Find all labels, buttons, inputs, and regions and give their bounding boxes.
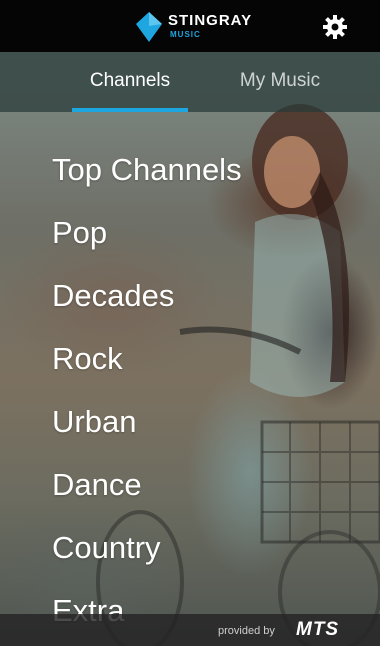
channel-pop[interactable]: Pop xyxy=(52,211,242,274)
tab-bar: Channels My Music xyxy=(0,52,380,112)
footer-bar: provided by MTS xyxy=(0,614,380,646)
brand-name: STINGRAY xyxy=(168,12,253,29)
tab-channels[interactable]: Channels xyxy=(72,70,188,112)
channel-country[interactable]: Country xyxy=(52,526,242,589)
stingray-diamond-icon xyxy=(136,12,162,42)
channel-rock[interactable]: Rock xyxy=(52,337,242,400)
mts-logo: MTS xyxy=(296,619,340,640)
tab-label: My Music xyxy=(239,70,321,91)
active-tab-indicator xyxy=(72,108,188,112)
tab-label: Channels xyxy=(89,70,171,91)
brand-subtitle: MUSIC xyxy=(170,30,201,39)
stingray-logo: STINGRAY MUSIC xyxy=(136,10,266,44)
channel-decades[interactable]: Decades xyxy=(52,274,242,337)
channel-dance[interactable]: Dance xyxy=(52,463,242,526)
channel-urban[interactable]: Urban xyxy=(52,400,242,463)
channel-list: Top Channels Pop Decades Rock Urban Danc… xyxy=(52,148,242,646)
gear-icon[interactable] xyxy=(322,14,348,40)
app-screen: STINGRAY MUSIC Channels My Music Top Cha… xyxy=(0,0,380,646)
tab-my-music[interactable]: My Music xyxy=(222,70,338,112)
channel-top-channels[interactable]: Top Channels xyxy=(52,148,242,211)
top-brand-bar: STINGRAY MUSIC xyxy=(0,0,380,52)
provided-by-text: provided by xyxy=(218,625,275,637)
